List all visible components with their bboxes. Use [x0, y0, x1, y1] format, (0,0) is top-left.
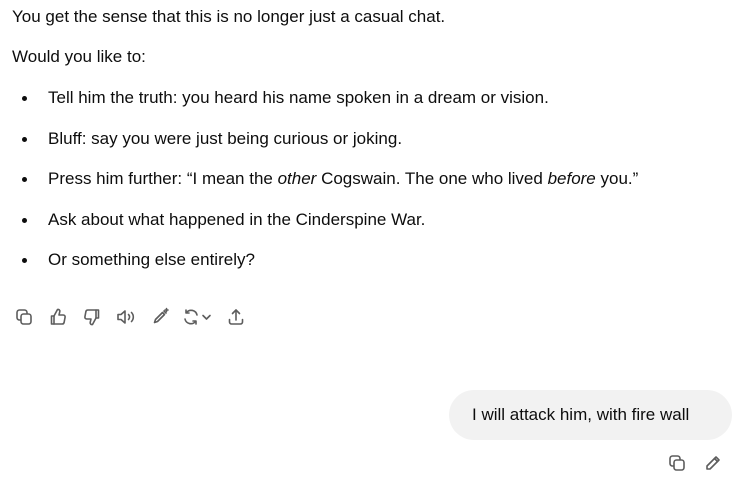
read-aloud-icon [117, 310, 135, 324]
assistant-paragraph: Would you like to: [12, 47, 146, 66]
emphasis-text: before [547, 169, 596, 188]
copy-icon [16, 309, 32, 325]
edit-icon [706, 456, 720, 470]
copy-button[interactable] [12, 305, 36, 329]
regenerate-button[interactable] [182, 305, 214, 329]
assistant-action-bar [12, 305, 258, 329]
assistant-paragraph: You get the sense that this is no longer… [12, 7, 446, 26]
bullet-icon [22, 96, 27, 101]
text-segment: Press him further: “I mean the [48, 169, 278, 188]
user-message-bubble: I will attack him, with fire wall [449, 390, 732, 440]
list-item-text: Tell him the truth: you heard his name s… [48, 88, 549, 107]
bullet-icon [22, 258, 27, 263]
text-segment: Cogswain. The one who lived [316, 169, 548, 188]
edit-in-canvas-icon [153, 307, 169, 324]
thumbs-up-icon [50, 308, 66, 325]
list-item-text: Or something else entirely? [48, 250, 255, 269]
bullet-icon [22, 177, 27, 182]
user-message-text: I will attack him, with fire wall [472, 405, 690, 424]
list-item-text: Bluff: say you were just being curious o… [48, 128, 403, 148]
share-icon [228, 309, 244, 325]
edit-message-button[interactable] [701, 451, 725, 475]
bad-response-button[interactable] [80, 305, 104, 329]
share-button[interactable] [224, 305, 248, 329]
list-item-text: Press him further: “I mean the other Cog… [48, 167, 638, 191]
thumbs-down-icon [84, 309, 100, 326]
copy-button[interactable] [665, 451, 689, 475]
bullet-icon [22, 136, 27, 142]
edit-in-canvas-button[interactable] [148, 305, 172, 329]
text-segment: you.” [595, 169, 639, 188]
read-aloud-button[interactable] [114, 305, 138, 329]
good-response-button[interactable] [46, 305, 70, 329]
emphasis-text: other [277, 169, 317, 188]
regenerate-icon [184, 309, 211, 325]
copy-icon [669, 455, 685, 471]
bullet-icon [22, 217, 27, 223]
user-action-bar [665, 451, 725, 475]
list-item-text: Ask about what happened in the Cinderspi… [48, 209, 426, 229]
